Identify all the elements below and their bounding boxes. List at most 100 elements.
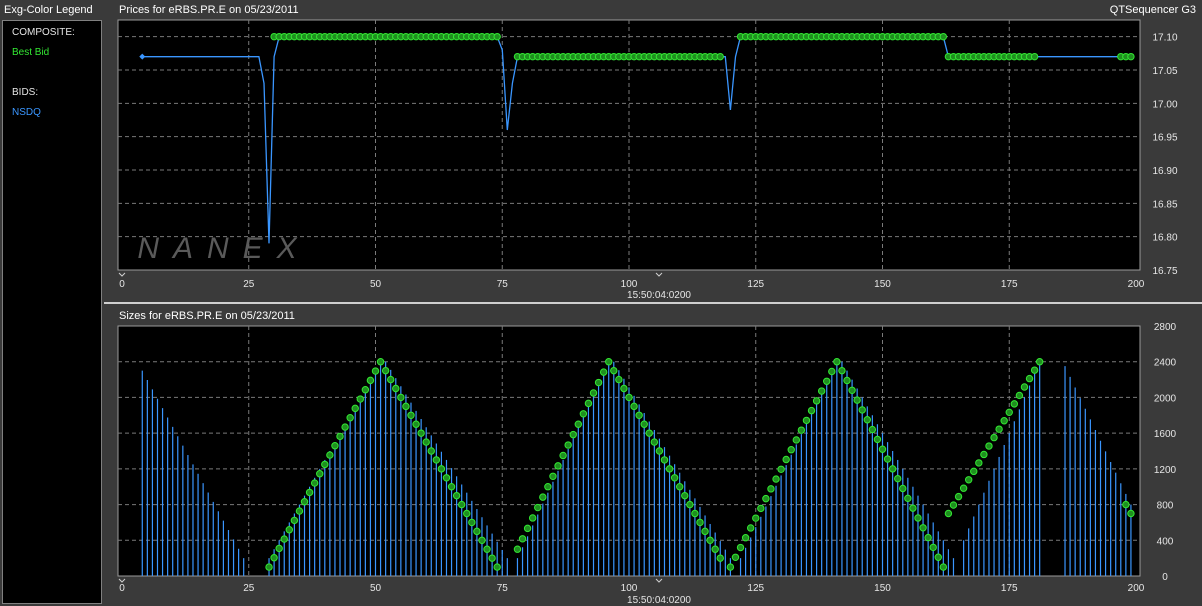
best-bid-size-marker: [868, 425, 877, 434]
best-bid-size-marker: [863, 416, 871, 424]
legend-item-nsdq[interactable]: NSDQ: [12, 107, 41, 118]
best-bid-size-marker: [670, 474, 679, 482]
price-ytick-label: 16.75: [1152, 266, 1177, 277]
best-bid-size-marker: [534, 503, 542, 512]
best-bid-size-marker: [807, 406, 816, 415]
best-bid-size-marker: [823, 377, 831, 385]
best-bid-size-marker: [1020, 383, 1029, 391]
best-bid-size-marker: [944, 509, 953, 518]
best-bid-price-marker: [493, 32, 501, 41]
legend-composite-label: COMPOSITE:: [12, 27, 75, 38]
charts-svg[interactable]: 0 25 50 75 100 125 150 175 200 16.75 16.80 16.85 16.…: [104, 0, 1202, 606]
best-bid-size-marker: [954, 492, 963, 501]
best-bid-size-marker: [934, 553, 942, 561]
size-ytick-label: 400: [1157, 536, 1174, 547]
best-bid-size-marker: [513, 545, 522, 553]
best-bid-size-marker: [321, 460, 329, 469]
best-bid-size-marker: [645, 429, 653, 437]
best-bid-size-marker: [711, 545, 719, 553]
best-bid-size-marker: [376, 358, 385, 366]
best-bid-size-marker: [463, 509, 471, 518]
best-bid-size-marker: [295, 507, 304, 515]
charts-area: Prices for eRBS.PR.E on 05/23/2011 QTSeq…: [104, 0, 1202, 606]
best-bid-size-marker: [838, 366, 846, 375]
size-xtick-label: 0: [119, 583, 125, 594]
best-bid-size-marker: [447, 483, 456, 491]
best-bid-size-marker: [341, 423, 349, 431]
best-bid-price-marker: [1127, 52, 1135, 61]
best-bid-size-marker: [1030, 366, 1039, 374]
best-bid-size-marker: [736, 543, 745, 552]
best-bid-size-marker: [640, 420, 648, 428]
best-bid-size-marker: [468, 518, 476, 527]
price-xtick-label: 0: [119, 279, 125, 290]
best-bid-size-marker: [432, 456, 441, 464]
best-bid-size-marker: [985, 442, 993, 450]
scroll-chevron-icon: [655, 272, 663, 277]
best-bid-size-marker: [909, 504, 917, 512]
best-bid-size-marker: [579, 410, 588, 418]
best-bid-size-marker: [523, 524, 532, 533]
size-xtick-label: 50: [370, 583, 382, 594]
best-bid-size-marker: [397, 393, 405, 402]
best-bid-size-marker: [1010, 400, 1019, 408]
best-bid-size-marker: [574, 420, 582, 428]
best-bid-size-marker: [412, 420, 420, 428]
best-bid-size-marker: [812, 397, 821, 405]
best-bid-size-marker: [610, 366, 618, 375]
best-bid-size-marker: [701, 527, 709, 536]
best-bid-size-marker: [782, 455, 790, 464]
size-xtick-label: 25: [243, 583, 255, 594]
best-bid-size-marker: [787, 446, 795, 454]
best-bid-size-marker: [336, 432, 344, 441]
best-bid-size-marker: [518, 535, 527, 543]
best-bid-size-marker: [797, 426, 806, 434]
best-bid-size-marker: [964, 476, 973, 484]
best-bid-size-marker: [544, 483, 552, 491]
best-bid-size-marker: [564, 441, 572, 449]
size-xtick-label: 150: [874, 583, 891, 594]
best-bid-size-marker: [757, 504, 765, 513]
best-bid-size-marker: [488, 554, 496, 562]
best-bid-size-marker: [483, 545, 491, 553]
best-bid-price-marker: [1030, 52, 1039, 61]
price-time-label: 15:50:04:0200: [627, 290, 691, 301]
price-ytick-label: 16.85: [1152, 199, 1177, 210]
best-bid-size-marker: [280, 535, 288, 543]
best-bid-size-marker: [290, 516, 299, 525]
best-bid-size-marker: [878, 445, 887, 453]
price-ytick-label: 17.05: [1152, 66, 1177, 77]
best-bid-size-marker: [726, 563, 735, 571]
best-bid-size-marker: [691, 509, 699, 518]
best-bid-size-marker: [762, 494, 770, 503]
best-bid-size-marker: [331, 442, 339, 450]
best-bid-size-marker: [970, 467, 978, 476]
price-ytick-label: 17.00: [1152, 99, 1177, 110]
best-bid-size-marker: [549, 472, 557, 480]
best-bid-size-marker: [285, 526, 294, 534]
best-bid-size-marker: [975, 459, 983, 467]
legend-bids-label: BIDS:: [12, 87, 39, 98]
best-bid-size-marker: [772, 475, 780, 483]
legend-item-best-bid[interactable]: Best Bid: [12, 47, 49, 58]
best-bid-size-marker: [676, 483, 684, 491]
best-bid-size-marker: [1127, 509, 1135, 518]
price-xtick-label: 175: [1001, 279, 1018, 290]
best-bid-size-marker: [554, 462, 562, 470]
best-bid-size-marker: [605, 358, 613, 366]
best-bid-size-marker: [528, 514, 537, 522]
best-bid-size-marker: [665, 465, 674, 473]
best-bid-size-marker: [407, 411, 415, 419]
price-ytick-label: 16.95: [1152, 133, 1177, 144]
best-bid-size-marker: [1000, 417, 1008, 425]
price-ytick-label: 16.80: [1152, 233, 1177, 244]
size-ytick-label: 1600: [1154, 429, 1177, 440]
best-bid-size-marker: [924, 533, 932, 542]
best-bid-size-marker: [427, 447, 435, 455]
best-bid-size-marker: [894, 474, 902, 483]
price-xtick-label: 50: [370, 279, 382, 290]
price-ytick-label: 17.10: [1152, 33, 1177, 44]
best-bid-size-marker: [731, 553, 740, 561]
best-bid-size-marker: [752, 514, 760, 522]
best-bid-size-marker: [899, 484, 907, 493]
